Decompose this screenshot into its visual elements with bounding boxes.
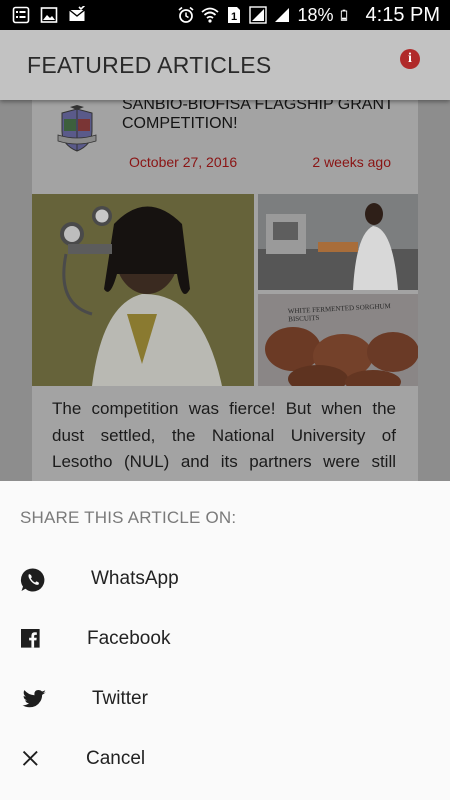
article-photo-researcher <box>32 194 254 386</box>
whatsapp-label: WhatsApp <box>91 568 179 589</box>
university-crest-logo <box>57 105 97 152</box>
sim-1-icon: 1 <box>228 7 241 23</box>
facebook-label: Facebook <box>87 628 171 649</box>
clock: 4:15 PM <box>365 3 440 26</box>
wifi-icon <box>201 7 220 23</box>
article-photo-lab <box>258 194 418 290</box>
article-excerpt[interactable]: The competition was fierce! But when the… <box>52 396 396 476</box>
info-icon[interactable]: i <box>400 49 420 69</box>
app-bar: FEATURED ARTICLES i <box>0 30 450 100</box>
list-icon <box>12 6 30 24</box>
page-title: FEATURED ARTICLES <box>27 51 272 78</box>
article-relative-time: 2 weeks ago <box>312 154 391 170</box>
close-icon <box>22 750 38 766</box>
cancel-label: Cancel <box>86 748 146 769</box>
article-date: October 27, 2016 <box>129 154 238 170</box>
twitter-icon <box>22 690 46 708</box>
share-sheet-title: SHARE THIS ARTICLE ON: <box>20 508 237 527</box>
share-bottom-sheet: SHARE THIS ARTICLE ON: WhatsApp Facebook… <box>0 481 450 800</box>
whatsapp-icon <box>20 568 45 592</box>
article-title[interactable]: SANBIO-BIOFISA FLAGSHIP GRANT COMPETITIO… <box>122 100 402 133</box>
image-icon <box>40 7 58 23</box>
battery-icon <box>340 9 347 21</box>
facebook-icon <box>21 629 40 648</box>
share-facebook-option[interactable]: Facebook <box>0 610 450 670</box>
share-whatsapp-option[interactable]: WhatsApp <box>0 550 450 610</box>
article-photo-biscuits: WHITE FERMENTED SORGHUM BISCUITS <box>258 294 418 386</box>
alarm-icon <box>178 6 195 23</box>
system-status: 1 18% 4:15 PM <box>177 4 450 27</box>
notification-icons <box>0 6 86 24</box>
twitter-label: Twitter <box>92 688 148 709</box>
article-card[interactable]: SANBIO-BIOFISA FLAGSHIP GRANT COMPETITIO… <box>32 100 418 481</box>
share-twitter-option[interactable]: Twitter <box>0 670 450 730</box>
signal-icon <box>275 8 290 22</box>
article-feed: SANBIO-BIOFISA FLAGSHIP GRANT COMPETITIO… <box>0 100 450 481</box>
signal-icon <box>249 6 268 24</box>
status-bar: 1 18% 4:15 PM <box>0 0 450 30</box>
battery-percent: 18% <box>297 4 334 25</box>
svg-text:1: 1 <box>231 11 237 23</box>
cancel-option[interactable]: Cancel <box>0 730 450 790</box>
mail-check-icon <box>69 6 86 21</box>
